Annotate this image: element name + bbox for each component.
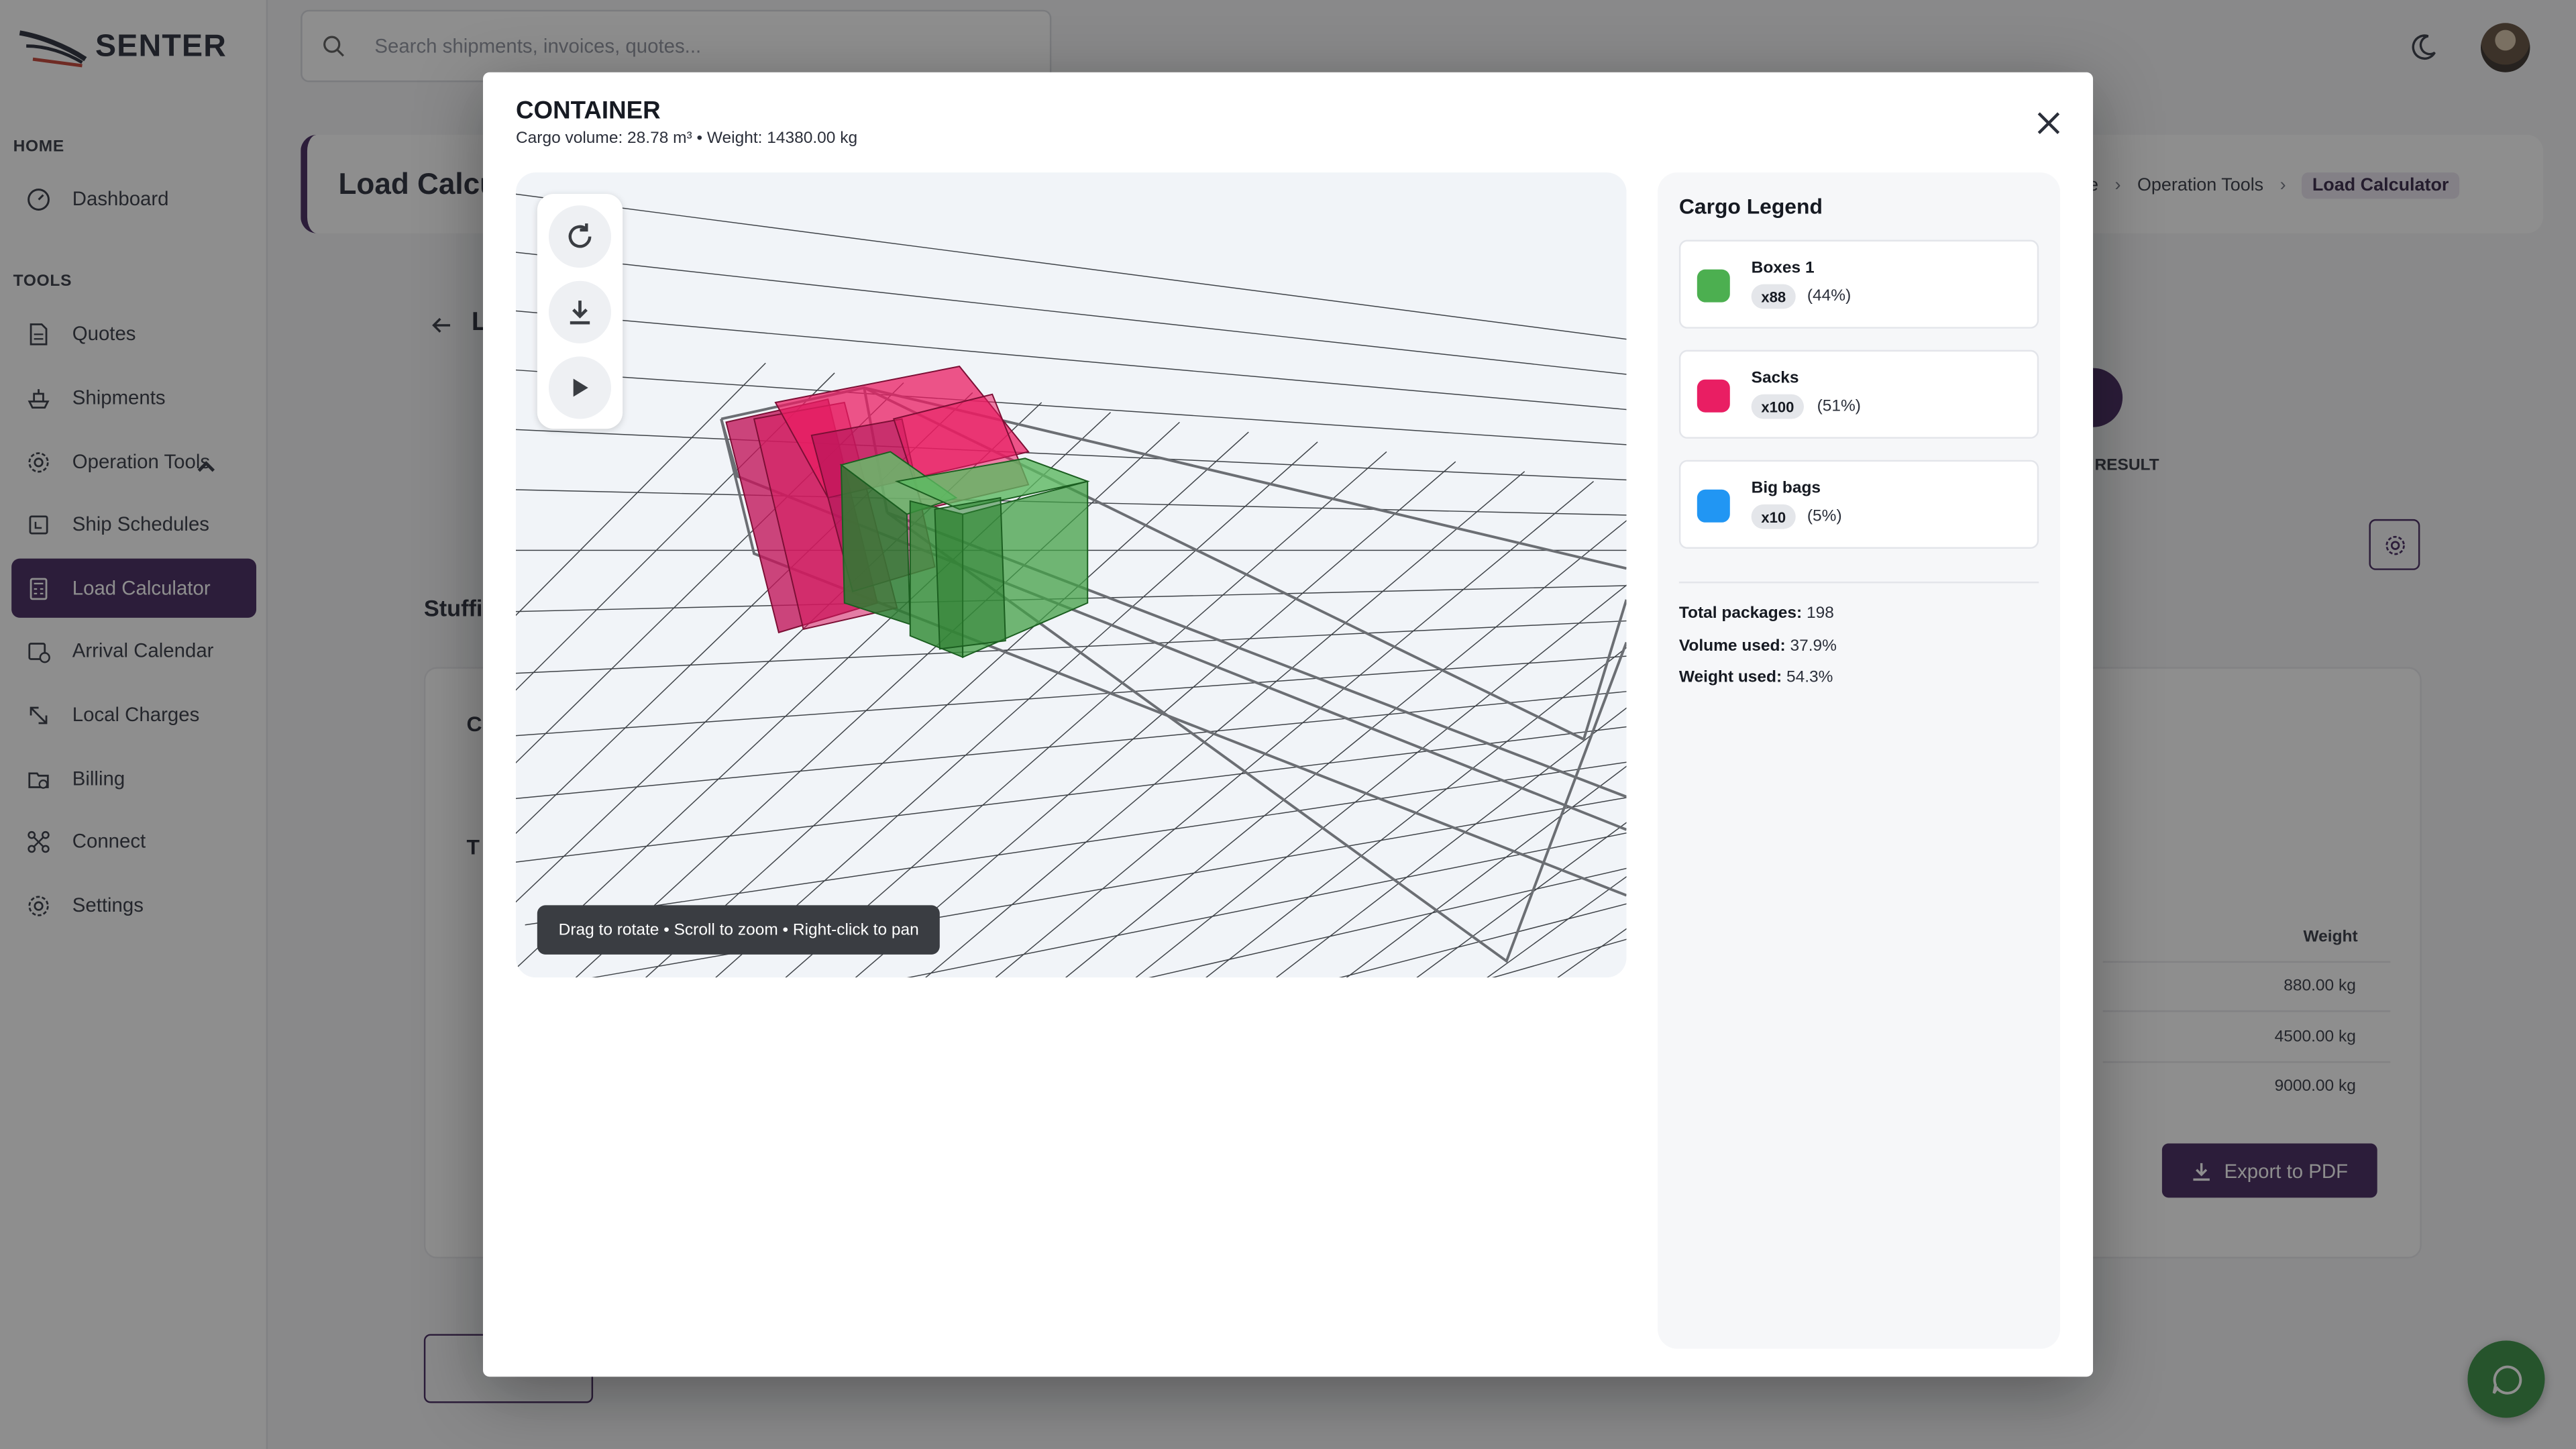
color-swatch — [1697, 269, 1730, 303]
cargo-legend: Cargo Legend Boxes 1 x88 (44%) Sacks x10… — [1658, 172, 2061, 1349]
legend-item-name: Big bags — [1751, 480, 1821, 498]
refresh-icon — [568, 223, 592, 248]
grid-line — [1205, 647, 1627, 978]
stat-label: Weight used: — [1678, 668, 1782, 687]
legend-item-percent: (5%) — [1807, 507, 1842, 526]
grid-line — [1065, 520, 1627, 978]
legend-item-percent: (51%) — [1817, 397, 1861, 416]
boxes-cargo — [839, 451, 1090, 659]
3d-viewer[interactable]: Drag to rotate • Scroll to zoom • Right-… — [515, 172, 1627, 978]
grid-line — [1616, 974, 1627, 978]
grid-line — [515, 369, 1627, 445]
stat-label: Total packages: — [1678, 604, 1803, 623]
viewer-toolbox — [537, 193, 623, 429]
legend-item-count: x10 — [1751, 504, 1796, 529]
legend-divider — [1678, 581, 2039, 584]
stat-value: 198 — [1806, 604, 1834, 623]
grid-line — [515, 655, 1627, 737]
download-button[interactable] — [548, 280, 612, 343]
grid-line — [515, 193, 1627, 340]
stat-weight-used: Weight used: 54.3% — [1679, 669, 1833, 687]
legend-item-count: x88 — [1751, 284, 1796, 309]
stat-label: Volume used: — [1678, 637, 1786, 656]
grid-line — [515, 252, 1627, 375]
legend-item-name: Boxes 1 — [1751, 259, 1815, 278]
stat-value: 54.3% — [1786, 668, 1833, 687]
play-icon — [573, 378, 588, 397]
legend-title: Cargo Legend — [1678, 193, 1823, 219]
legend-item-sacks[interactable]: Sacks x100 (51%) — [1678, 350, 2039, 439]
container-3d-scene[interactable] — [515, 172, 1627, 978]
stat-value: 37.9% — [1790, 637, 1837, 656]
modal-subtitle: Cargo volume: 28.78 m³ • Weight: 14380.0… — [515, 129, 858, 148]
close-icon[interactable] — [2034, 109, 2063, 138]
color-swatch — [1697, 379, 1730, 413]
reset-view-button[interactable] — [548, 205, 612, 268]
stat-total-packages: Total packages: 198 — [1679, 604, 1834, 623]
grid-line — [1487, 876, 1627, 978]
color-swatch — [1697, 489, 1730, 523]
modal-title: CONTAINER — [515, 97, 661, 125]
container-modal: CONTAINER Cargo volume: 28.78 m³ • Weigh… — [483, 72, 2094, 1377]
grid-line — [1416, 822, 1627, 978]
legend-item-big-bags[interactable]: Big bags x10 (5%) — [1678, 460, 2039, 549]
legend-item-count: x100 — [1751, 394, 1805, 419]
stat-volume-used: Volume used: 37.9% — [1679, 637, 1837, 655]
legend-item-name: Sacks — [1751, 370, 1799, 388]
legend-item-boxes[interactable]: Boxes 1 x88 (44%) — [1678, 239, 2039, 329]
viewer-hint: Drag to rotate • Scroll to zoom • Right-… — [537, 905, 941, 955]
play-animation-button[interactable] — [548, 356, 612, 419]
grid-line — [1135, 584, 1627, 978]
download-icon — [570, 301, 590, 325]
legend-item-percent: (44%) — [1807, 287, 1851, 306]
grid-line — [515, 362, 766, 616]
